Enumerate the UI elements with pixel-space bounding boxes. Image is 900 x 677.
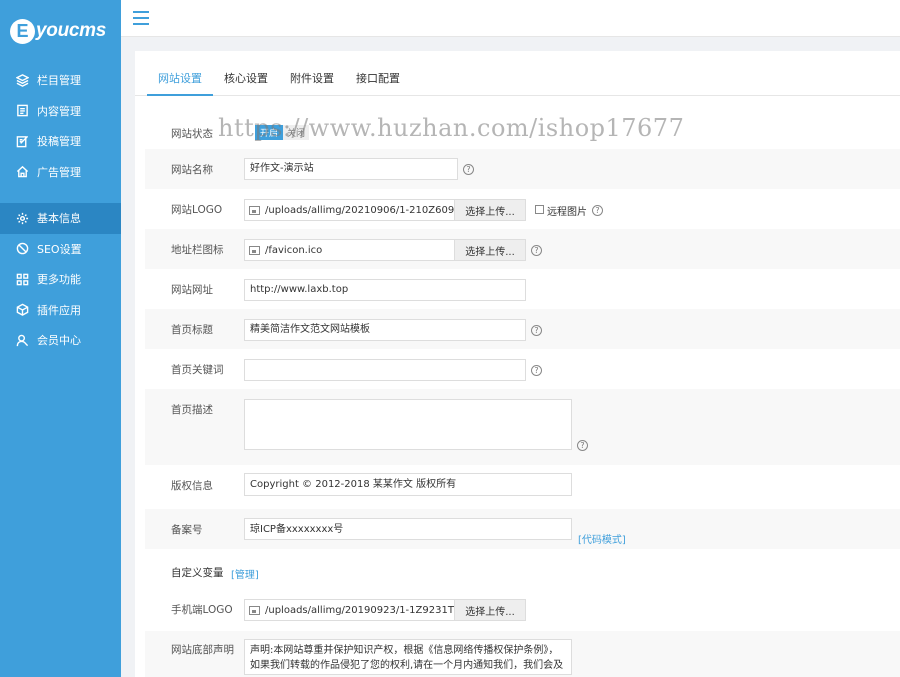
help-icon[interactable]: ?: [463, 164, 474, 175]
footer-notice-textarea[interactable]: 声明:本网站尊重并保护知识产权，根据《信息网络传播权保护条例》，如果我们转载的作…: [244, 639, 572, 675]
house-icon: [15, 165, 29, 179]
copyright-textarea[interactable]: Copyright © 2012-2018 某某作文 版权所有: [244, 473, 572, 496]
form-row-mobile-logo: 手机端LOGO /uploads/allimg/20190923/1-1Z923…: [145, 591, 900, 631]
remote-image-label: 远程图片: [547, 207, 587, 218]
help-icon[interactable]: ?: [531, 245, 542, 256]
sidebar-item-submission-manage[interactable]: 投稿管理: [0, 126, 121, 157]
form-row-home-keywords: 首页关键词 ?: [145, 349, 900, 389]
field-label: 网站LOGO: [171, 204, 223, 216]
form-row-favicon: 地址栏图标 /favicon.ico 选择上传... ?: [145, 229, 900, 269]
site-logo-input[interactable]: /uploads/allimg/20210906/1-210Z60940: [265, 205, 454, 216]
status-on[interactable]: 开启: [255, 125, 284, 140]
logo-badge: E: [10, 18, 35, 44]
sidebar-item-plugins[interactable]: 插件应用: [0, 295, 121, 326]
sidebar-item-label: 广告管理: [37, 165, 81, 179]
sidebar-item-ad-manage[interactable]: 广告管理: [0, 157, 121, 188]
sidebar-item-label: 更多功能: [37, 273, 81, 287]
form-row-home-title: 首页标题 精美简洁作文范文网站模板 ?: [145, 309, 900, 349]
site-url-input[interactable]: http://www.laxb.top: [244, 279, 526, 301]
mobile-logo-upload: /uploads/allimg/20190923/1-1Z9231T513 选择…: [244, 599, 526, 621]
home-desc-textarea[interactable]: [244, 399, 572, 450]
favicon-upload-button[interactable]: 选择上传...: [454, 240, 525, 260]
field-label: 手机端LOGO: [171, 604, 233, 616]
form-row-icp: 备案号 琼ICP备xxxxxxxx号 [代码模式]: [145, 509, 900, 549]
form-row-footer-notice: 网站底部声明 声明:本网站尊重并保护知识产权，根据《信息网络传播权保护条例》，如…: [145, 631, 900, 677]
image-icon: [249, 245, 260, 255]
sidebar-item-label: 投稿管理: [37, 135, 81, 149]
topbar: [121, 0, 900, 37]
field-label: 网站底部声明: [171, 644, 234, 656]
sidebar-item-seo[interactable]: SEO设置: [0, 234, 121, 265]
circle-slash-icon: [15, 242, 29, 256]
layers-icon: [15, 73, 29, 87]
mobile-logo-input[interactable]: /uploads/allimg/20190923/1-1Z9231T513: [265, 605, 454, 616]
tab-site-settings[interactable]: 网站设置: [147, 51, 213, 96]
field-label: 首页描述: [171, 404, 213, 416]
custom-vars-manage-link[interactable]: [管理]: [231, 566, 259, 581]
home-title-input[interactable]: 精美简洁作文范文网站模板: [244, 319, 526, 341]
sidebar-item-column-manage[interactable]: 栏目管理: [0, 65, 121, 96]
sidebar-item-label: 栏目管理: [37, 74, 81, 88]
tab-bar: 网站设置 核心设置 附件设置 接口配置: [135, 51, 900, 96]
help-icon[interactable]: ?: [577, 440, 588, 451]
mobile-logo-upload-button[interactable]: 选择上传...: [454, 600, 525, 620]
help-icon[interactable]: ?: [592, 205, 603, 216]
code-mode-link[interactable]: [代码模式]: [578, 531, 626, 546]
gear-icon: [15, 211, 29, 225]
form-row-status: 网站状态 开启 关闭: [145, 117, 900, 147]
status-off[interactable]: 关闭: [283, 125, 310, 140]
sidebar-item-content-manage[interactable]: 内容管理: [0, 96, 121, 127]
user-icon: [15, 333, 29, 347]
edit-icon: [15, 134, 29, 148]
grid-icon: [15, 272, 29, 286]
help-icon[interactable]: ?: [531, 365, 542, 376]
form-row-custom-vars: 自定义变量 [管理]: [145, 556, 900, 586]
menu-toggle-icon[interactable]: [133, 11, 149, 25]
sidebar-item-basic-info[interactable]: 基本信息: [0, 203, 121, 234]
field-label: 首页标题: [171, 324, 213, 336]
status-toggle[interactable]: 开启 关闭: [255, 125, 310, 140]
icp-textarea[interactable]: 琼ICP备xxxxxxxx号: [244, 518, 572, 540]
field-label: 网站网址: [171, 284, 213, 296]
site-name-input[interactable]: 好作文-演示站: [244, 158, 458, 180]
image-icon: [249, 605, 260, 615]
favicon-upload: /favicon.ico 选择上传...: [244, 239, 526, 261]
field-label: 版权信息: [171, 480, 213, 492]
logo[interactable]: E youcms: [0, 0, 121, 62]
field-label: 备案号: [171, 524, 203, 536]
form-row-site-url: 网站网址 http://www.laxb.top: [145, 269, 900, 309]
site-logo-upload-button[interactable]: 选择上传...: [454, 200, 525, 220]
sidebar-item-label: 会员中心: [37, 334, 81, 348]
tab-attachment-settings[interactable]: 附件设置: [279, 51, 345, 96]
settings-panel: 网站设置 核心设置 附件设置 接口配置 网站状态 开启 关闭 网站名称 好作文-…: [135, 51, 900, 677]
form-row-home-desc: 首页描述 ?: [145, 389, 900, 465]
field-label: 地址栏图标: [171, 244, 224, 256]
form-row-copyright: 版权信息 Copyright © 2012-2018 某某作文 版权所有: [145, 465, 900, 509]
image-icon: [249, 205, 260, 215]
document-icon: [15, 104, 29, 118]
tab-api-config[interactable]: 接口配置: [345, 51, 411, 96]
home-keywords-input[interactable]: [244, 359, 526, 381]
sidebar-item-members[interactable]: 会员中心: [0, 325, 121, 356]
tab-core-settings[interactable]: 核心设置: [213, 51, 279, 96]
favicon-input[interactable]: /favicon.ico: [265, 245, 322, 256]
help-icon[interactable]: ?: [531, 325, 542, 336]
sidebar-item-label: 插件应用: [37, 303, 81, 317]
site-logo-upload: /uploads/allimg/20210906/1-210Z60940 选择上…: [244, 199, 526, 221]
sidebar-item-label: SEO设置: [37, 242, 82, 256]
form-row-site-name: 网站名称 好作文-演示站 ?: [145, 149, 900, 189]
custom-vars-title: 自定义变量: [171, 567, 224, 579]
form-row-site-logo: 网站LOGO /uploads/allimg/20210906/1-210Z60…: [145, 189, 900, 229]
field-label: 首页关键词: [171, 364, 224, 376]
field-label: 网站状态: [171, 128, 213, 140]
logo-text: youcms: [36, 20, 107, 41]
cube-icon: [15, 303, 29, 317]
remote-image-checkbox[interactable]: [535, 205, 544, 214]
sidebar-item-more[interactable]: 更多功能: [0, 264, 121, 295]
sidebar-item-label: 基本信息: [37, 212, 81, 226]
sidebar-item-label: 内容管理: [37, 104, 81, 118]
sidebar: E youcms 栏目管理 内容管理 投稿管理 广告管理 基本信息 SEO设置 …: [0, 0, 121, 677]
field-label: 网站名称: [171, 164, 213, 176]
